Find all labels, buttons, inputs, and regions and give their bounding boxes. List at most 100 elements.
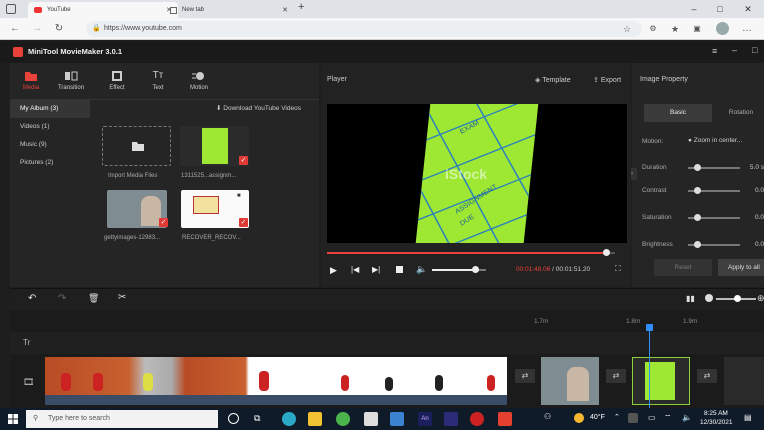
people-icon[interactable]: ⚇	[544, 412, 551, 421]
transition-slot-icon[interactable]: ⇄	[515, 369, 535, 383]
minimize-button[interactable]: –	[684, 2, 704, 16]
volume-tray-icon[interactable]: 🔈	[682, 413, 692, 422]
tab-youtube[interactable]: YouTube ✕	[28, 2, 178, 18]
favorites-icon[interactable]: ★	[668, 22, 682, 36]
transition-slot-icon[interactable]: ⇄	[606, 369, 626, 383]
animate-icon[interactable]: An	[418, 412, 432, 426]
transition-slot-icon[interactable]: ⇄	[697, 369, 717, 383]
refresh-button[interactable]: ↻	[52, 22, 66, 36]
download-youtube-link[interactable]: ⬇ Download YouTube Videos	[216, 104, 301, 112]
network-icon[interactable]: ▭	[648, 413, 656, 422]
next-frame-button[interactable]: ▶|	[372, 265, 380, 274]
previous-frame-button[interactable]: |◀	[351, 265, 359, 274]
apply-to-all-button[interactable]: Apply to all	[718, 259, 764, 276]
property-slider-knob[interactable]	[694, 214, 701, 221]
mail-icon[interactable]	[390, 412, 404, 426]
taskbar-search[interactable]: ⚲ Type here to search	[26, 410, 218, 428]
tray-app-icon[interactable]	[628, 413, 638, 423]
volume-icon[interactable]: 🔈	[416, 264, 427, 275]
tab-rotation[interactable]: Rotation	[718, 104, 764, 122]
windows-start-icon[interactable]	[8, 414, 18, 424]
back-button[interactable]: ←	[8, 22, 22, 36]
edge-dev-icon[interactable]	[336, 412, 350, 426]
property-slider-knob[interactable]	[694, 241, 701, 248]
zoom-in-icon[interactable]: ⊕	[757, 293, 764, 304]
tab-motion[interactable]: Motion	[184, 67, 214, 97]
collections-icon[interactable]: ▣	[690, 22, 704, 36]
tab-basic[interactable]: Basic	[644, 104, 712, 122]
sidebar-item-pictures[interactable]: Pictures (2)	[10, 154, 90, 172]
template-button[interactable]: ◈ Template	[535, 76, 571, 84]
tab-new-tab[interactable]: New tab ✕	[164, 2, 294, 18]
progress-track[interactable]	[327, 252, 615, 254]
extensions-icon[interactable]: ⚙	[646, 22, 660, 36]
zoom-out-icon[interactable]	[705, 294, 713, 302]
tab-media[interactable]: Media	[16, 67, 46, 97]
tab-transition[interactable]: Transition	[56, 67, 86, 97]
export-button[interactable]: ⇪ Export	[593, 76, 621, 84]
more-menu-icon[interactable]: …	[740, 22, 754, 36]
image-clip-assignment[interactable]	[632, 357, 690, 405]
app-title-bar: MiniTool MovieMaker 3.0.1 ≡ – □	[0, 41, 764, 63]
tray-chevron-icon[interactable]: ⌃	[614, 413, 620, 421]
motion-select[interactable]: ● Zoom in center...	[688, 137, 742, 144]
page-icon	[170, 6, 177, 14]
video-clip-white[interactable]	[379, 357, 507, 395]
cortana-icon[interactable]	[228, 413, 239, 424]
property-slider-knob[interactable]	[694, 164, 701, 171]
forward-button[interactable]: →	[30, 22, 44, 36]
profile-avatar[interactable]	[716, 22, 729, 35]
weather-sun-icon	[574, 413, 584, 423]
maximize-button[interactable]: □	[710, 2, 730, 16]
template-label: Template	[542, 77, 571, 84]
playhead-line	[649, 330, 650, 408]
new-tab-button[interactable]: +	[298, 1, 304, 13]
property-value[interactable]: 5.0 s	[744, 164, 764, 171]
download-label: Download YouTube Videos	[223, 105, 301, 112]
sidebar-item-my-album[interactable]: My Album (3)	[10, 100, 90, 118]
clock-date[interactable]: 12/30/2021	[700, 419, 733, 426]
photos-icon[interactable]	[498, 412, 512, 426]
import-media-button[interactable]	[102, 126, 171, 166]
acrobat-icon[interactable]	[470, 412, 484, 426]
sidebar-item-music[interactable]: Music (9)	[10, 136, 90, 154]
split-scissors-icon[interactable]: ✂	[118, 292, 126, 303]
tab-effect[interactable]: Effect	[102, 67, 132, 97]
fullscreen-icon[interactable]: ⛶	[615, 264, 621, 274]
menu-icon[interactable]: ≡	[712, 46, 717, 56]
close-window-button[interactable]: ✕	[738, 2, 758, 16]
weather-temp[interactable]: 40°F	[590, 414, 605, 421]
media-thumb-gettyimages[interactable]	[107, 190, 167, 228]
tab-text[interactable]: Tт Text	[143, 67, 173, 97]
media-caption: 1311525...assignm...	[181, 173, 237, 179]
task-view-icon[interactable]: ⧉	[254, 413, 260, 424]
wifi-icon[interactable]: ⌔	[664, 413, 672, 423]
notifications-icon[interactable]: ▤	[744, 413, 752, 422]
clock-time[interactable]: 8:25 AM	[704, 410, 728, 417]
zoom-knob[interactable]	[734, 295, 741, 302]
stop-button[interactable]	[396, 266, 403, 273]
property-slider-knob[interactable]	[694, 187, 701, 194]
star-icon[interactable]: ☆	[620, 22, 634, 36]
reset-button[interactable]: Reset	[654, 259, 712, 276]
motion-value: Zoom in center...	[693, 137, 743, 144]
play-button[interactable]: ▶	[330, 265, 337, 276]
audio-wave-icon[interactable]: ▮▮	[686, 294, 695, 303]
store-icon[interactable]	[364, 412, 378, 426]
sidebar-item-videos[interactable]: Videos (1)	[10, 118, 90, 136]
url-field[interactable]: 🔒 https://www.youtube.com	[86, 21, 642, 37]
delete-icon[interactable]: 🗑	[88, 293, 99, 304]
image-clip-gettyimages[interactable]	[541, 357, 599, 405]
media-encoder-icon[interactable]	[444, 412, 458, 426]
undo-button[interactable]: ↶	[28, 293, 36, 304]
maximize-app-button[interactable]: □	[752, 45, 757, 55]
file-explorer-icon[interactable]	[308, 412, 322, 426]
close-tab-icon[interactable]: ✕	[282, 6, 288, 14]
collapse-arrow-icon[interactable]: ›	[631, 168, 637, 180]
edge-icon[interactable]	[282, 412, 296, 426]
redo-button[interactable]: ↷	[58, 293, 66, 304]
video-clip-cartoon[interactable]	[45, 357, 379, 395]
minimize-app-button[interactable]: –	[732, 45, 737, 55]
progress-fill	[327, 252, 607, 254]
window-icon[interactable]	[6, 4, 16, 14]
